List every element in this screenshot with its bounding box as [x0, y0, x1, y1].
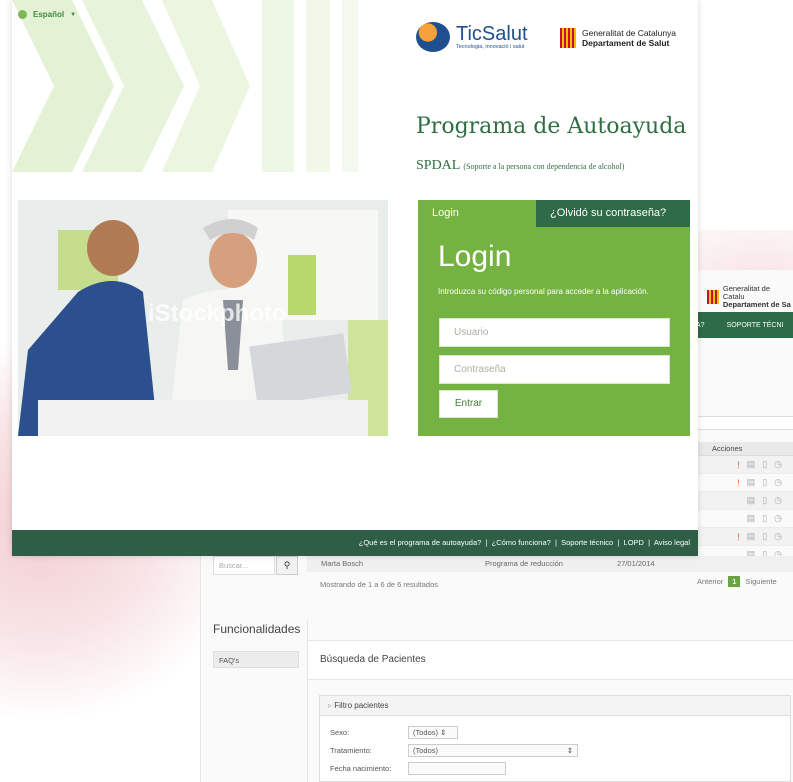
footer: ¿Qué es el programa de autoayuda? | ¿Cóm… [12, 530, 698, 556]
admin-navbar: A? SOPORTE TÉCNI [690, 312, 793, 338]
caret-down-icon: ▼ [70, 11, 77, 18]
generalitat-seal-icon [707, 290, 719, 304]
language-selector[interactable]: Español ▼ [18, 10, 76, 19]
ticsalut-tagline: Tecnologia, innovació i salut [456, 44, 525, 50]
admin-header-logo: Generalitat de Catalu Departament de Sa [707, 285, 793, 309]
tratamiento-select[interactable]: (Todos) ⇕ [408, 744, 578, 757]
login-title: Login [438, 240, 512, 273]
filter-panel: ▹ Filtro pacientes Sexo: (Todos) ⇕ Trata… [319, 695, 791, 782]
table-row-actions: ▤ ▯ ◷ [690, 510, 793, 528]
collapse-icon: ▹ [328, 701, 333, 710]
actions-column: ! ▤ ▯ ◷! ▤ ▯ ◷ ▤ ▯ ◷ ▤ ▯ ◷! ▤ ▯ ◷ ▤ ▯ ◷ [690, 456, 793, 564]
document-icon[interactable]: ▤ [747, 495, 756, 506]
admin-header-line2: Departament de Sa [722, 300, 791, 309]
footer-link-lopd[interactable]: LOPD [624, 538, 644, 547]
warning-icon[interactable]: ! [737, 532, 740, 542]
pager-prev[interactable]: Anterior [697, 577, 723, 586]
fecha-label: Fecha nacimiento: [330, 764, 392, 773]
trash-icon[interactable]: ▯ [762, 495, 767, 506]
document-icon[interactable]: ▤ [747, 459, 756, 470]
chevron-decoration [12, 0, 402, 172]
tab-forgot-password[interactable]: ¿Olvidó su contraseña? [536, 200, 690, 227]
patient-date: 27/01/2014 [617, 559, 655, 568]
clock-icon[interactable]: ◷ [774, 459, 782, 470]
trash-icon[interactable]: ▯ [762, 459, 767, 470]
table-row-actions: ! ▤ ▯ ◷ [690, 474, 793, 492]
globe-icon [18, 10, 27, 19]
doctor-patient-photo: iStockphoto [18, 200, 388, 436]
username-input[interactable]: Usuario [439, 318, 670, 347]
generalitat-line2: Departament de Salut [582, 38, 670, 48]
patient-name: Marta Bosch [321, 559, 364, 568]
spdal-subtitle: SPDAL (Soporte a la persona con dependen… [416, 158, 624, 174]
admin-header-line1: Generalitat de Catalu [722, 284, 770, 301]
login-window: Español ▼ TicSalut Tecnologia, innovació… [12, 0, 698, 556]
footer-link-how[interactable]: ¿Cómo funciona? [492, 538, 551, 547]
filter-panel-title: Filtro pacientes [334, 701, 389, 710]
generalitat-seal-icon [560, 28, 576, 48]
footer-separator: | [485, 538, 488, 547]
sidebar-search-input[interactable]: Buscar... [213, 556, 275, 575]
program-title: Programa de Autoayuda [416, 114, 687, 139]
sidebar-item-faq[interactable]: FAQ's [213, 651, 299, 668]
footer-link-support[interactable]: Soporte técnico [561, 538, 613, 547]
table-row[interactable]: Marta Bosch Programa de reducción 27/01/… [307, 556, 793, 572]
login-description: Introduzca su código personal para acced… [438, 287, 649, 296]
ticsalut-logo: TicSalut Tecnologia, innovació i salut [416, 22, 528, 52]
tab-login[interactable]: Login [418, 200, 536, 227]
search-button[interactable]: ⚲ [276, 556, 298, 575]
trash-icon[interactable]: ▯ [762, 513, 767, 524]
sexo-select[interactable]: (Todos) ⇕ [408, 726, 458, 739]
password-input[interactable]: Contraseña [439, 355, 670, 384]
sexo-value: (Todos) [413, 728, 439, 737]
login-submit-button[interactable]: Entrar [439, 390, 498, 418]
table-row-actions: ▤ ▯ ◷ [690, 492, 793, 510]
filter-panel-header[interactable]: ▹ Filtro pacientes [320, 696, 790, 716]
clock-icon[interactable]: ◷ [774, 477, 782, 488]
document-icon[interactable]: ▤ [747, 513, 756, 524]
functionalities-title: Funcionalidades [213, 622, 301, 636]
footer-separator: | [648, 538, 651, 547]
document-icon[interactable]: ▤ [747, 477, 756, 488]
search-icon: ⚲ [283, 560, 291, 570]
trash-icon[interactable]: ▯ [762, 531, 767, 542]
table-row-actions: ! ▤ ▯ ◷ [690, 456, 793, 474]
generalitat-line1: Generalitat de Catalunya [582, 28, 677, 38]
pager-current-page[interactable]: 1 [728, 576, 741, 587]
admin-top-search[interactable] [689, 416, 793, 430]
actions-column-header: Acciones [690, 442, 793, 456]
clock-icon[interactable]: ◷ [774, 513, 782, 524]
nav-item-support[interactable]: SOPORTE TÉCNI [727, 322, 784, 329]
login-panel: Login ¿Olvidó su contraseña? Login Intro… [418, 200, 690, 436]
sexo-label: Sexo: [330, 728, 350, 737]
results-count: Mostrando de 1 a 6 de 6 resultados [320, 580, 438, 589]
table-row-actions: ! ▤ ▯ ◷ [690, 528, 793, 546]
pagination: Anterior 1 Siguiente [697, 576, 777, 587]
trash-icon[interactable]: ▯ [762, 477, 767, 488]
page-title: Búsqueda de Pacientes [320, 654, 426, 665]
pager-next[interactable]: Siguiente [745, 577, 776, 586]
tratamiento-label: Tratamiento: [330, 746, 372, 755]
warning-icon[interactable]: ! [737, 478, 740, 488]
spdal-detail: (Soporte a la persona con dependencia de… [463, 162, 625, 171]
ticsalut-name: TicSalut [456, 23, 528, 45]
photo-watermark: iStockphoto [148, 300, 287, 327]
tratamiento-value: (Todos) [413, 746, 439, 755]
footer-link-what[interactable]: ¿Qué es el programa de autoayuda? [359, 538, 482, 547]
footer-separator: | [617, 538, 620, 547]
spdal-acronym: SPDAL [416, 158, 460, 173]
warning-icon[interactable]: ! [737, 460, 740, 470]
document-icon[interactable]: ▤ [747, 531, 756, 542]
clock-icon[interactable]: ◷ [774, 531, 782, 542]
footer-separator: | [554, 538, 557, 547]
footer-link-legal[interactable]: Aviso legal [654, 538, 690, 547]
generalitat-logo: Generalitat de Catalunya Departament de … [560, 28, 676, 48]
clock-icon[interactable]: ◷ [774, 495, 782, 506]
patient-program: Programa de reducción [485, 559, 563, 568]
ticsalut-logo-icon [416, 22, 450, 52]
fecha-input[interactable] [408, 762, 506, 775]
language-label: Español [33, 10, 65, 19]
